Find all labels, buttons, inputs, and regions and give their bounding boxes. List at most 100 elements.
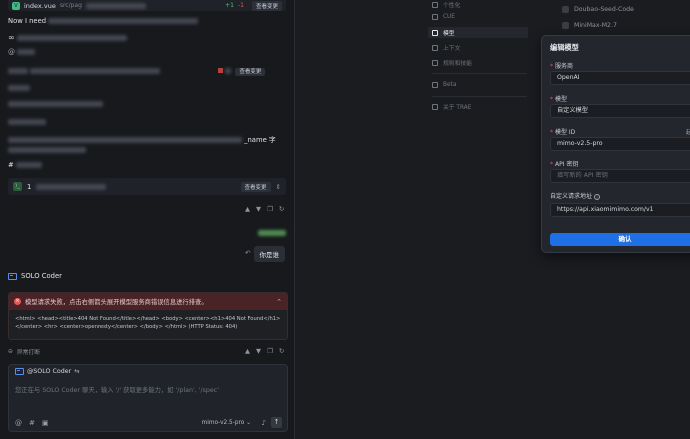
- dialog-title: 编辑模型: [550, 43, 579, 52]
- custom-url-label: 自定义请求地址 i: [550, 191, 601, 200]
- nav-item-beta[interactable]: Beta: [428, 79, 528, 90]
- thumbs-up-icon[interactable]: ▲: [245, 347, 250, 355]
- thumbs-down-icon[interactable]: ▼: [256, 347, 261, 355]
- message-line: ∞: [8, 33, 127, 42]
- nav-item-models[interactable]: 模型: [428, 27, 528, 38]
- user-avatar-line: [258, 229, 286, 237]
- hash-char: #: [8, 161, 14, 169]
- at-icon[interactable]: @: [15, 419, 22, 427]
- copy-icon[interactable]: ❐: [267, 347, 273, 355]
- message-line: [8, 84, 30, 92]
- model-icon: [562, 22, 569, 29]
- redacted-text: [36, 183, 107, 190]
- chat-input[interactable]: 您正在与 SOLO Coder 聊天，输入 '/' 获取更多能力，如 '/pla…: [15, 385, 219, 394]
- retry-icon[interactable]: ↻: [279, 205, 284, 213]
- solo-coder-icon: [15, 368, 24, 375]
- infinity-icon: ∞: [8, 33, 15, 42]
- user-message: 你是谁: [253, 246, 285, 262]
- redacted-text: [16, 35, 127, 41]
- send-button[interactable]: ↑: [271, 417, 282, 428]
- help-icon[interactable]: i: [594, 193, 601, 200]
- edit-model-dialog: 编辑模型 * 服务商 OpenAI * 模型 自定义模型 * 模型 ID 起 mimo…: [541, 35, 690, 253]
- chat-input-box[interactable]: @SOLO Coder ⇆ 您正在与 SOLO Coder 聊天，输入 '/' …: [8, 364, 288, 432]
- undo-icon[interactable]: ↶: [245, 249, 250, 257]
- coder-name: SOLO Coder: [21, 272, 62, 280]
- nav-item-context[interactable]: 上下文: [428, 42, 528, 53]
- model-selector[interactable]: mimo-v2.5-pro ⌄: [202, 420, 251, 426]
- error-icon: ×: [14, 298, 21, 305]
- error-panel: × 模型请求失败，点击右侧箭头展开模型服务商错误信息进行排查。 ⌃ <html>…: [8, 292, 288, 340]
- redacted-text: [225, 68, 232, 74]
- thumbs-up-icon[interactable]: ▲: [245, 205, 250, 213]
- hash-icon[interactable]: #: [29, 419, 35, 427]
- lines-removed: -1: [238, 2, 244, 9]
- nav-item-cue[interactable]: CUE: [428, 11, 528, 22]
- side-hint: 起: [686, 130, 690, 136]
- coder-header: SOLO Coder: [8, 272, 62, 280]
- context-icon: [432, 44, 438, 51]
- redacted-text: [17, 49, 36, 55]
- confirm-button[interactable]: 确认: [550, 233, 690, 246]
- switch-icon[interactable]: ⇆: [74, 368, 79, 375]
- tool-result-row[interactable]: ⟩_ 1 查看变更 ⇕: [8, 178, 286, 195]
- model-select[interactable]: 自定义模型: [550, 104, 690, 118]
- model-id-label: * 模型 ID: [550, 129, 576, 136]
- redacted-text: [8, 68, 28, 74]
- abort-label: 异常打断: [16, 350, 41, 356]
- person-icon: [432, 1, 438, 8]
- input-toolbar: @ # ▣: [15, 419, 49, 427]
- redacted-text: [8, 119, 46, 125]
- view-changes-button[interactable]: 查看变更: [240, 181, 271, 192]
- view-changes-button[interactable]: 查看变更: [235, 68, 266, 76]
- microphone-icon[interactable]: ♪: [262, 419, 266, 427]
- status-square: [218, 68, 224, 73]
- nav-divider: [432, 96, 527, 97]
- rules-icon: [432, 59, 438, 66]
- custom-url-field[interactable]: https://api.xiaomimimo.com/v1: [550, 203, 690, 217]
- file-path: src/pag: [59, 2, 82, 9]
- vue-file-icon: V: [12, 1, 20, 10]
- provider-select[interactable]: OpenAI: [550, 71, 690, 85]
- message-line: Now I need: [8, 17, 199, 25]
- model-label: * 模型: [550, 96, 568, 103]
- thumbs-down-icon[interactable]: ▼: [256, 205, 261, 213]
- provider-label: * 服务商: [550, 63, 574, 70]
- nav-divider: [432, 73, 527, 74]
- cube-icon: [432, 29, 438, 36]
- message-line: [8, 118, 46, 126]
- field-name-suffix: _name 字: [244, 136, 276, 144]
- terminal-icon: ⟩_: [13, 182, 22, 191]
- beta-icon: [432, 81, 438, 88]
- nav-item-about[interactable]: 关于 TRAE: [428, 101, 528, 112]
- view-changes-button[interactable]: 查看变更: [251, 0, 282, 11]
- model-list-item[interactable]: MiniMax-M2.7: [562, 22, 617, 29]
- redacted-text: [30, 68, 161, 74]
- nav-item-rules-skills[interactable]: 规则和技能: [428, 57, 528, 68]
- image-icon[interactable]: ▣: [42, 419, 49, 427]
- model-id-field[interactable]: mimo-v2.5-pro: [550, 137, 690, 151]
- agent-mention[interactable]: @SOLO Coder ⇆: [15, 368, 79, 375]
- redacted-text: [15, 162, 42, 168]
- chevron-up-icon[interactable]: ⌃: [276, 298, 282, 306]
- file-change-chip[interactable]: V index.vue src/pag +1 -1 查看变更: [8, 0, 286, 11]
- copy-icon[interactable]: ❐: [267, 205, 273, 213]
- redacted-text: [258, 230, 286, 236]
- retry-icon[interactable]: ↻: [279, 347, 284, 355]
- message-line: _name 字: [8, 134, 290, 144]
- message-line: @: [8, 48, 36, 56]
- api-key-label: * API 密钥: [550, 161, 579, 168]
- abort-notice: ⊖ 异常打断: [8, 347, 41, 357]
- expand-icon[interactable]: ⇕: [276, 183, 281, 191]
- nav-item-personalization[interactable]: 个性化: [428, 0, 528, 10]
- message-actions: ▲ ▼ ❐ ↻: [245, 205, 284, 213]
- api-key-field[interactable]: 填写新的 API 密钥: [550, 169, 690, 183]
- model-list-item[interactable]: Doubao-Seed-Code: [562, 6, 634, 13]
- error-header[interactable]: × 模型请求失败，点击右侧箭头展开模型服务商错误信息进行排查。 ⌃: [9, 293, 287, 310]
- at-icon: @: [8, 48, 15, 56]
- redacted-text: [8, 137, 242, 143]
- error-title: 模型请求失败，点击右侧箭头展开模型服务商错误信息进行排查。: [25, 299, 208, 306]
- cue-icon: [432, 13, 438, 20]
- file-name: index.vue: [24, 1, 56, 10]
- redacted-text: [8, 147, 86, 153]
- message-line: [8, 146, 86, 154]
